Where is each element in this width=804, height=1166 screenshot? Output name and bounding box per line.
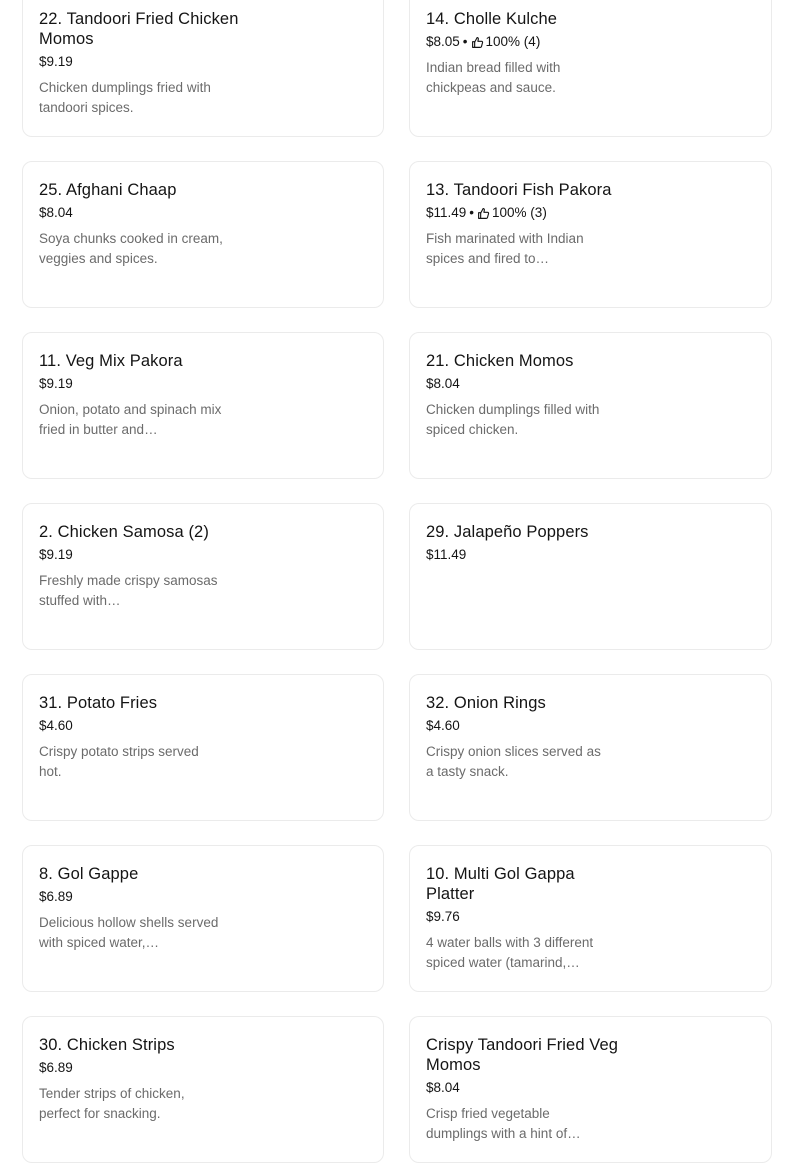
menu-item-card[interactable]: 10. Multi Gol Gappa Platter $9.76 4 water … (409, 845, 772, 992)
menu-item-card[interactable]: 22. Tandoori Fried Chicken Momos $9.19 Chi… (22, 0, 384, 137)
item-name: 32. Onion Rings (426, 694, 546, 712)
item-price: $8.04 (39, 205, 73, 220)
item-price: $9.76 (426, 909, 460, 924)
item-name: 10. Multi Gol Gappa Platter (426, 865, 575, 903)
item-description: Freshly made crispy samosas stuffed with… (39, 573, 218, 608)
item-name: 2. Chicken Samosa (2) (39, 523, 209, 541)
item-meta: $9.19 (39, 376, 367, 392)
item-rating: 100% (3) (492, 205, 547, 220)
item-description: Crispy potato strips served hot. (39, 744, 199, 779)
item-meta: $8.05 • 100% (4) (426, 34, 755, 50)
item-name: 21. Chicken Momos (426, 352, 574, 370)
item-name: 22. Tandoori Fried Chicken Momos (39, 10, 239, 48)
item-description: Chicken dumplings fried with tandoori sp… (39, 80, 211, 115)
item-meta: $4.60 (426, 718, 755, 734)
meta-separator: • (469, 205, 475, 220)
item-price: $11.49 (426, 547, 467, 562)
menu-item-card[interactable]: 30. Chicken Strips $6.89 Tender strips of … (22, 1016, 384, 1163)
thumbs-up-icon (477, 207, 490, 220)
item-name: 14. Cholle Kulche (426, 10, 558, 28)
item-meta: $6.89 (39, 1060, 367, 1076)
menu-item-card[interactable]: 14. Cholle Kulche $8.05 • 100% (4) Indian br… (409, 0, 772, 137)
menu-item-card[interactable]: 25. Afghani Chaap $8.04 Soya chunks cooked… (22, 161, 384, 308)
item-price: $4.60 (426, 718, 460, 733)
item-price: $8.05 (426, 34, 460, 49)
item-meta: $9.19 (39, 54, 367, 70)
item-name: 30. Chicken Strips (39, 1036, 175, 1054)
item-rating: 100% (4) (485, 34, 541, 49)
item-description: Indian bread filled with chickpeas and s… (426, 60, 561, 95)
menu-item-card[interactable]: 13. Tandoori Fish Pakora $11.49 • 100% (3) F… (409, 161, 772, 308)
menu-item-card[interactable]: 2. Chicken Samosa (2) $9.19 Freshly made c… (22, 503, 384, 650)
menu-item-card[interactable]: Crispy Tandoori Fried Veg Momos $8.04 Cris… (409, 1016, 772, 1163)
menu-item-grid: 22. Tandoori Fried Chicken Momos $9.19 Chi… (22, 0, 772, 1163)
meta-separator: • (462, 34, 468, 49)
item-meta: $11.49 • 100% (3) (426, 205, 755, 221)
item-description: Soya chunks cooked in cream, veggies and… (39, 231, 223, 266)
item-description: Onion, potato and spinach mix fried in b… (39, 402, 222, 437)
item-meta: $8.04 (426, 376, 755, 392)
item-price: $6.89 (39, 1060, 73, 1075)
item-name: 29. Jalapeño Poppers (426, 523, 589, 541)
menu-item-card[interactable]: 31. Potato Fries $4.60 Crispy potato strip… (22, 674, 384, 821)
menu-item-card[interactable]: 8. Gol Gappe $6.89 Delicious hollow shells… (22, 845, 384, 992)
menu-item-card[interactable]: 21. Chicken Momos $8.04 Chicken dumplings … (409, 332, 772, 479)
item-meta: $11.49 (426, 547, 755, 563)
item-meta: $6.89 (39, 889, 367, 905)
thumbs-up-icon (471, 36, 484, 49)
item-name: 25. Afghani Chaap (39, 181, 177, 199)
item-price: $9.19 (39, 547, 73, 562)
menu-item-card[interactable]: 11. Veg Mix Pakora $9.19 Onion, potato and… (22, 332, 384, 479)
item-description: 4 water balls with 3 different spiced wa… (426, 935, 594, 970)
item-meta: $8.04 (39, 205, 367, 221)
item-price: $6.89 (39, 889, 73, 904)
item-price: $4.60 (39, 718, 73, 733)
item-name: 11. Veg Mix Pakora (39, 352, 183, 370)
menu-item-card[interactable]: 32. Onion Rings $4.60 Crispy onion slices … (409, 674, 772, 821)
item-name: Crispy Tandoori Fried Veg Momos (426, 1036, 619, 1074)
item-description: Chicken dumplings filled with spiced chi… (426, 402, 600, 437)
item-price: $8.04 (426, 376, 460, 391)
item-name: 13. Tandoori Fish Pakora (426, 181, 612, 199)
item-name: 31. Potato Fries (39, 694, 158, 712)
item-price: $9.19 (39, 376, 73, 391)
item-meta: $8.04 (426, 1080, 755, 1096)
item-name: 8. Gol Gappe (39, 865, 139, 883)
item-description: Delicious hollow shells served with spic… (39, 915, 219, 950)
item-price: $11.49 (426, 205, 467, 220)
item-description: Crisp fried vegetable dumplings with a h… (426, 1106, 581, 1141)
item-description: Tender strips of chicken, perfect for sn… (39, 1086, 185, 1121)
item-price: $9.19 (39, 54, 73, 69)
item-description: Fish marinated with Indian spices and fi… (426, 231, 584, 266)
menu-item-card[interactable]: 29. Jalapeño Poppers $11.49 (409, 503, 772, 650)
item-meta: $9.19 (39, 547, 367, 563)
item-price: $8.04 (426, 1080, 460, 1095)
item-meta: $4.60 (39, 718, 367, 734)
item-meta: $9.76 (426, 909, 755, 925)
item-description: Crispy onion slices served as a tasty sn… (426, 744, 601, 779)
